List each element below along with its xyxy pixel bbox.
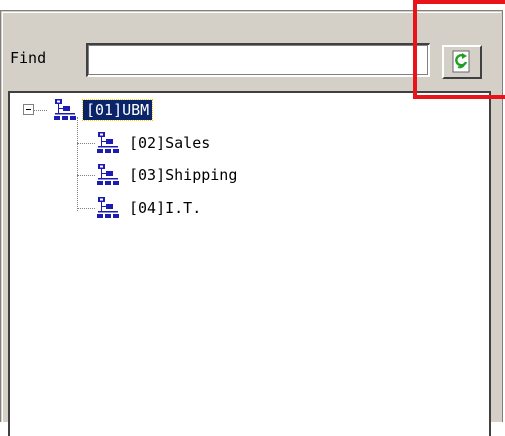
tree-node-label: [01]UBM [81, 99, 154, 121]
tree-node-label: [02]Sales [129, 134, 211, 152]
org-tree[interactable]: [01]UBM [02]Sales [03]Shipping [04]I.T. [8, 91, 491, 436]
org-chart-icon [96, 196, 120, 220]
tree-node-root[interactable]: [01]UBM [53, 98, 154, 122]
tree-node[interactable]: [03]Shipping [96, 163, 240, 187]
tree-connector [77, 208, 95, 209]
tree-node-label: [04]I.T. [129, 199, 202, 217]
annotation-highlight-box [413, 0, 505, 99]
tree-node[interactable]: [04]I.T. [96, 196, 204, 220]
tree-node[interactable]: [02]Sales [96, 131, 213, 155]
collapse-toggle[interactable] [23, 104, 34, 115]
tree-connector [77, 175, 95, 176]
tree-connector [77, 143, 95, 144]
tree-connector [77, 117, 78, 211]
find-input[interactable] [86, 43, 430, 77]
tree-node-label: [03]Shipping [129, 166, 238, 184]
org-chart-icon [96, 163, 120, 187]
org-chart-icon [53, 98, 77, 122]
find-label: Find [10, 49, 47, 67]
org-chart-icon [96, 131, 120, 155]
